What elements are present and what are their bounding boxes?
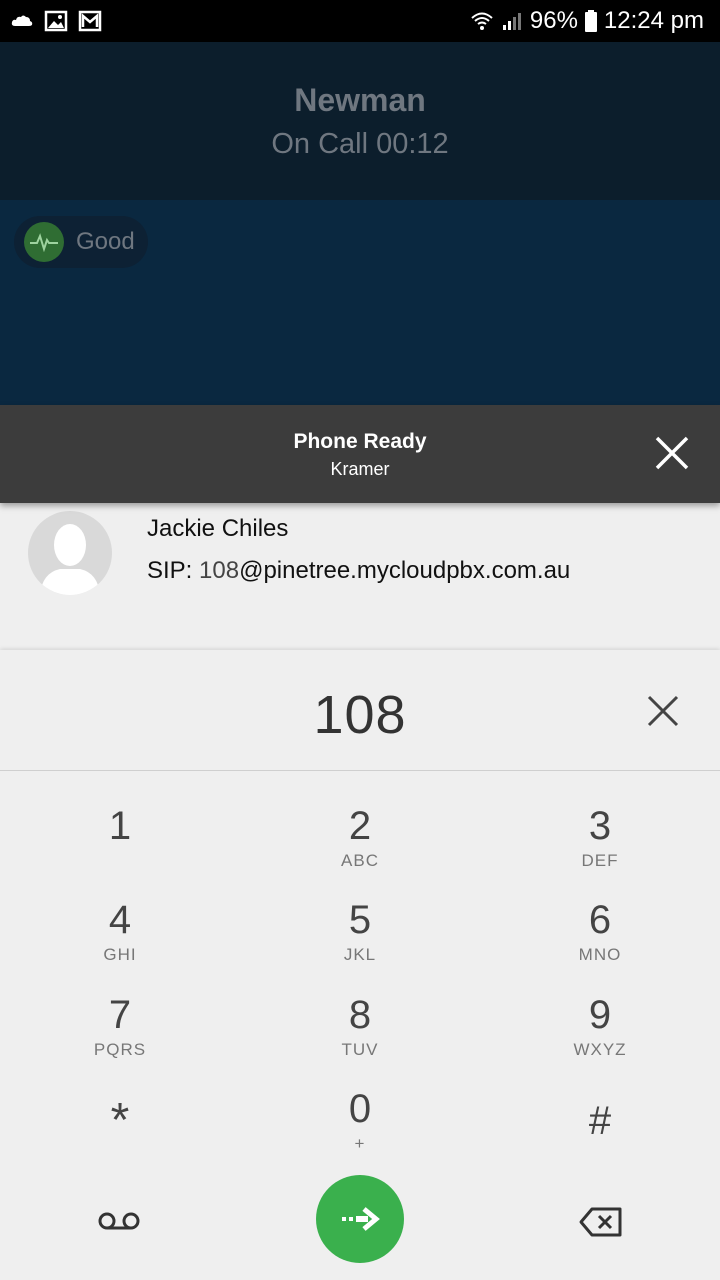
dial-input[interactable]: 108 (0, 650, 720, 771)
signal-icon (502, 13, 521, 30)
dialpad: 108 1 2 ABC 3 DEF 4 GHI 5 JKL 6 MNO 7 PQRS 8 TU… (0, 650, 720, 1280)
key-5[interactable]: 5 JKL (280, 899, 440, 989)
key-digit: 2 (348, 804, 372, 848)
battery-percent: 96% (529, 7, 578, 34)
key-9[interactable]: 9 WXYZ (520, 994, 680, 1084)
key-digit: 5 (348, 898, 372, 942)
key-digit: 6 (588, 898, 612, 942)
key-0[interactable]: 0 + (280, 1088, 440, 1178)
key-letters: ABC (341, 851, 379, 870)
key-digit: 7 (108, 993, 132, 1037)
key-hash[interactable]: # (520, 1100, 680, 1190)
key-digit: 9 (588, 993, 612, 1037)
key-4[interactable]: 4 GHI (40, 899, 200, 989)
key-7[interactable]: 7 PQRS (40, 994, 200, 1084)
key-8[interactable]: 8 TUV (280, 994, 440, 1084)
voicemail-icon[interactable] (98, 1210, 140, 1232)
caller-name: Newman (294, 82, 426, 118)
call-quality-label: Good (76, 228, 135, 255)
call-quality-indicator[interactable]: Good (14, 216, 148, 268)
key-letters: WXYZ (573, 1040, 627, 1059)
wifi-icon (471, 12, 493, 30)
key-letters: PQRS (93, 1040, 147, 1059)
close-icon[interactable] (654, 435, 690, 471)
key-star[interactable]: * (40, 1094, 200, 1190)
contact-card[interactable]: Jackie Chiles SIP: 108@pinetree.mycloudp… (0, 503, 720, 650)
call-status: On Call 00:12 (271, 128, 449, 160)
key-letters: + (354, 1134, 366, 1153)
cloud-icon (11, 15, 33, 26)
key-6[interactable]: 6 MNO (520, 899, 680, 989)
clock: 12:24 pm (603, 7, 704, 34)
call-button[interactable] (316, 1175, 404, 1263)
key-letters: GHI (103, 945, 137, 964)
battery-icon (584, 10, 597, 32)
key-digit: 8 (348, 993, 372, 1037)
avatar (28, 511, 112, 595)
backspace-icon[interactable] (578, 1206, 624, 1238)
pulse-icon (24, 222, 64, 262)
status-bar-right: 96% 12:24 pm (470, 7, 704, 35)
key-digit: 3 (588, 804, 612, 848)
key-letters: JKL (343, 945, 377, 964)
key-letters: TUV (341, 1040, 379, 1059)
banner-title: Phone Ready (293, 430, 427, 453)
call-area: Good (0, 200, 720, 405)
status-bar-left (10, 10, 102, 32)
sip-number: 108 (199, 557, 240, 584)
gmail-icon (78, 10, 102, 32)
key-1[interactable]: 1 (40, 805, 200, 895)
key-2[interactable]: 2 ABC (280, 805, 440, 895)
key-letters: MNO (578, 945, 622, 964)
sip-domain: @pinetree.mycloudpbx.com.au (239, 557, 571, 584)
banner-subtitle: Kramer (330, 459, 390, 479)
arrow-right-icon (342, 1207, 380, 1231)
clear-icon[interactable] (646, 694, 680, 728)
contact-name: Jackie Chiles (147, 515, 289, 542)
key-digit: * (110, 1094, 130, 1147)
key-letters: DEF (581, 851, 619, 870)
dialed-number: 108 (313, 685, 407, 745)
status-bar: 96% 12:24 pm (0, 0, 720, 42)
sip-label: SIP: (147, 557, 200, 584)
phone-status-banner: Phone Ready Kramer (0, 405, 720, 503)
call-header: Newman On Call 00:12 (0, 42, 720, 200)
contact-sip: SIP: 108@pinetree.mycloudpbx.com.au (147, 557, 570, 585)
key-digit: 0 (348, 1087, 372, 1131)
key-3[interactable]: 3 DEF (520, 805, 680, 895)
key-digit: 4 (108, 898, 132, 942)
key-digit: # (588, 1099, 612, 1143)
key-digit: 1 (108, 804, 132, 848)
image-icon (44, 10, 68, 32)
